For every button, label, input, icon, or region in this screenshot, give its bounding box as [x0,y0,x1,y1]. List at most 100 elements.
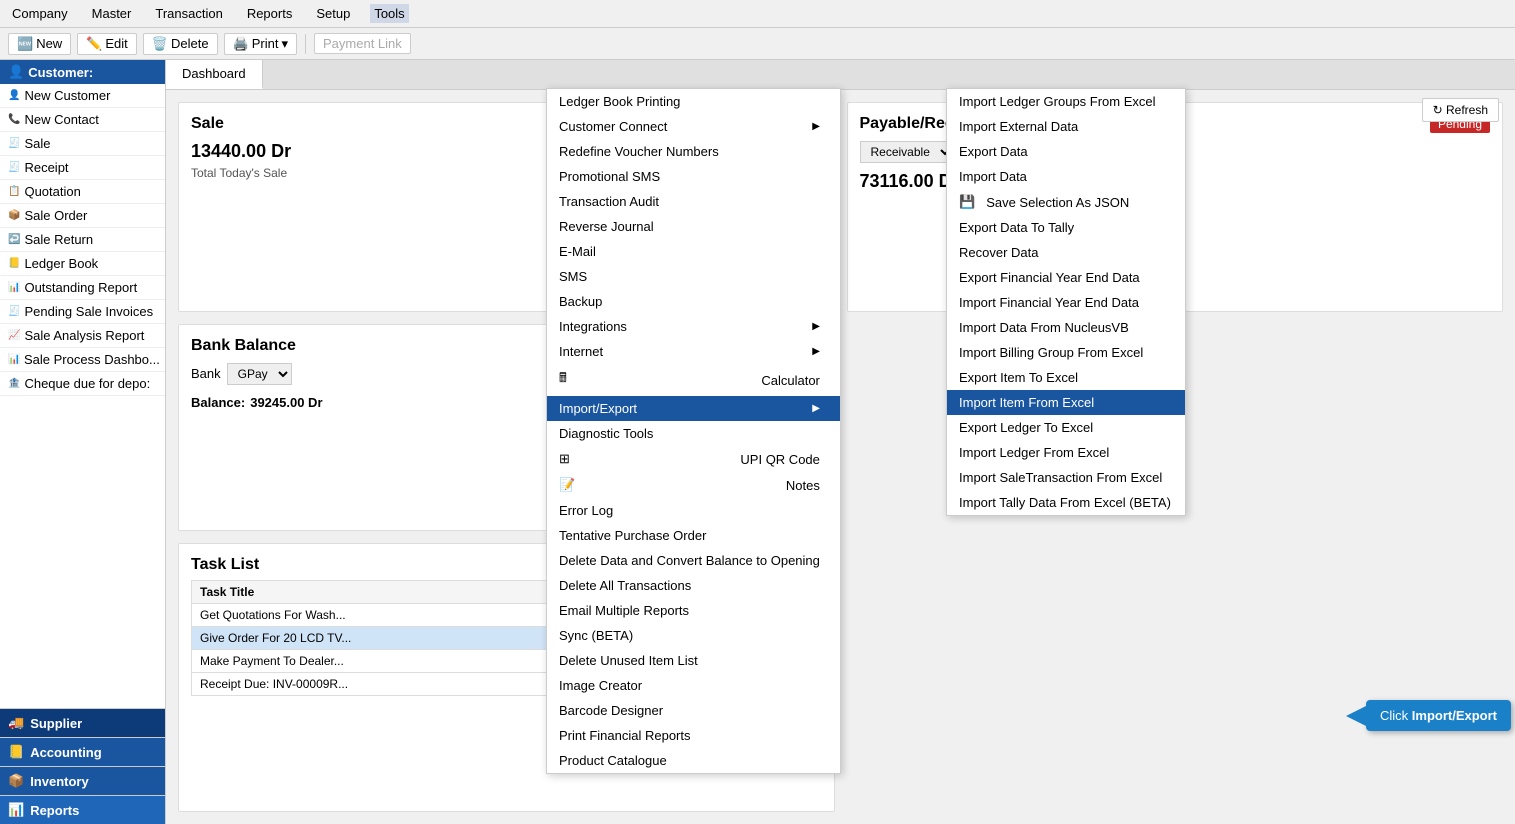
sidebar-item-sale-order[interactable]: 📦 Sale Order [0,204,165,228]
menu-reports[interactable]: Reports [243,4,297,23]
inventory-icon: 📦 [8,773,24,789]
sale-card-title: Sale [191,115,224,133]
print-icon: 🖨️ [233,36,249,52]
menu-tools[interactable]: Tools [370,4,408,23]
sidebar-item-new-customer[interactable]: 👤 New Customer [0,84,165,108]
menu-item-import-export[interactable]: Import/Export ▶ [547,396,840,421]
submenu-export-tally[interactable]: Export Data To Tally [947,215,1185,240]
sidebar-tab-inventory[interactable]: 📦 Inventory [0,766,165,795]
sidebar-tab-reports[interactable]: 📊 Reports [0,795,165,824]
accounting-icon: 📒 [8,744,24,760]
menu-item-promotional-sms[interactable]: Promotional SMS [547,164,840,189]
callout-arrow [1346,706,1366,726]
submenu-import-external-data[interactable]: Import External Data [947,114,1185,139]
sidebar-item-new-contact[interactable]: 📞 New Contact [0,108,165,132]
print-dropdown-icon: ▾ [281,36,288,52]
sidebar-item-quotation[interactable]: 📋 Quotation [0,180,165,204]
sale-order-icon: 📦 [8,210,20,221]
menu-item-print-financial[interactable]: Print Financial Reports [547,723,840,748]
menu-item-delete-data[interactable]: Delete Data and Convert Balance to Openi… [547,548,840,573]
sidebar-item-pending-sale-invoices[interactable]: 🧾 Pending Sale Invoices [0,300,165,324]
chevron-right-icon: ▶ [812,403,820,414]
menu-item-integrations[interactable]: Integrations ▶ [547,314,840,339]
submenu-export-item[interactable]: Export Item To Excel [947,365,1185,390]
menu-item-notes[interactable]: 📝 Notes [547,472,840,498]
sidebar-item-sale-analysis[interactable]: 📈 Sale Analysis Report [0,324,165,348]
print-button[interactable]: 🖨️ Print ▾ [224,33,297,55]
sidebar-item-ledger-book[interactable]: 📒 Ledger Book [0,252,165,276]
menu-item-diagnostic-tools[interactable]: Diagnostic Tools [547,421,840,446]
submenu-save-selection-json[interactable]: 💾 Save Selection As JSON [947,189,1185,215]
submenu-import-billing-group[interactable]: Import Billing Group From Excel [947,340,1185,365]
menu-item-image-creator[interactable]: Image Creator [547,673,840,698]
submenu-export-ledger[interactable]: Export Ledger To Excel [947,415,1185,440]
menu-item-tentative-po[interactable]: Tentative Purchase Order [547,523,840,548]
delete-button[interactable]: 🗑️ Delete [143,33,218,55]
bank-select[interactable]: GPay [227,363,292,385]
menu-item-error-log[interactable]: Error Log [547,498,840,523]
outstanding-report-icon: 📊 [8,282,20,293]
submenu-import-ledger[interactable]: Import Ledger From Excel [947,440,1185,465]
menu-setup[interactable]: Setup [312,4,354,23]
content-area: Dashboard ↻ Refresh Sale Today 13440.00 … [166,60,1515,824]
sidebar-item-sale[interactable]: 🧾 Sale [0,132,165,156]
submenu-import-nucleus[interactable]: Import Data From NucleusVB [947,315,1185,340]
ledger-book-icon: 📒 [8,258,20,269]
submenu-export-data[interactable]: Export Data [947,139,1185,164]
menu-item-barcode[interactable]: Barcode Designer [547,698,840,723]
menu-item-reverse-journal[interactable]: Reverse Journal [547,214,840,239]
menu-item-delete-unused[interactable]: Delete Unused Item List [547,648,840,673]
menu-item-email[interactable]: E-Mail [547,239,840,264]
submenu-import-fy-end[interactable]: Import Financial Year End Data [947,290,1185,315]
tab-bar: Dashboard [166,60,1515,90]
menu-item-internet[interactable]: Internet ▶ [547,339,840,364]
sale-process-icon: 📊 [8,354,20,365]
sidebar-item-outstanding-report[interactable]: 📊 Outstanding Report [0,276,165,300]
menu-item-sms[interactable]: SMS [547,264,840,289]
sidebar-item-sale-process[interactable]: 📊 Sale Process Dashbo... [0,348,165,372]
refresh-button[interactable]: ↻ Refresh [1422,98,1499,122]
submenu-recover-data[interactable]: Recover Data [947,240,1185,265]
sidebar-tab-supplier[interactable]: 🚚 Supplier [0,708,165,737]
menu-item-email-multiple[interactable]: Email Multiple Reports [547,598,840,623]
submenu-import-tally-beta[interactable]: Import Tally Data From Excel (BETA) [947,490,1185,515]
menu-item-backup[interactable]: Backup [547,289,840,314]
new-contact-icon: 📞 [8,114,20,125]
menu-item-upi-qr[interactable]: ⊞ UPI QR Code [547,446,840,472]
edit-button[interactable]: ✏️ Edit [77,33,137,55]
sidebar-item-sale-return[interactable]: ↩️ Sale Return [0,228,165,252]
tab-dashboard[interactable]: Dashboard [166,60,263,89]
sidebar-item-receipt[interactable]: 🧾 Receipt [0,156,165,180]
menu-company[interactable]: Company [8,4,72,23]
submenu-import-item-excel[interactable]: Import Item From Excel [947,390,1185,415]
menu-item-product-catalogue[interactable]: Product Catalogue [547,748,840,773]
payment-link-button[interactable]: Payment Link [314,33,411,54]
chevron-right-icon: ▶ [812,121,820,132]
menu-item-ledger-book-printing[interactable]: Ledger Book Printing [547,89,840,114]
bank-card-title: Bank Balance [191,337,296,355]
menu-item-redefine-voucher[interactable]: Redefine Voucher Numbers [547,139,840,164]
submenu-import-sale-transaction[interactable]: Import SaleTransaction From Excel [947,465,1185,490]
menu-master[interactable]: Master [88,4,136,23]
pending-sale-icon: 🧾 [8,306,20,317]
menu-item-transaction-audit[interactable]: Transaction Audit [547,189,840,214]
menu-item-customer-connect[interactable]: Customer Connect ▶ [547,114,840,139]
receivable-select[interactable]: Receivable Payable [860,141,954,163]
new-button[interactable]: 🆕 New [8,33,71,55]
menu-item-calculator[interactable]: 🖩 Calculator [547,364,840,396]
menu-item-sync[interactable]: Sync (BETA) [547,623,840,648]
submenu-export-fy-end[interactable]: Export Financial Year End Data [947,265,1185,290]
menu-transaction[interactable]: Transaction [151,4,226,23]
import-export-submenu: Import Ledger Groups From Excel Import E… [946,88,1186,516]
sidebar-tab-accounting[interactable]: 📒 Accounting [0,737,165,766]
menu-item-delete-all-transactions[interactable]: Delete All Transactions [547,573,840,598]
submenu-import-ledger-groups[interactable]: Import Ledger Groups From Excel [947,89,1185,114]
sidebar-item-cheque[interactable]: 🏦 Cheque due for depo: [0,372,165,396]
reports-icon: 📊 [8,802,24,818]
submenu-import-data[interactable]: Import Data [947,164,1185,189]
sidebar-customer-title: 👤 Customer: [0,60,165,84]
delete-icon: 🗑️ [152,36,168,52]
tools-dropdown: Ledger Book Printing Customer Connect ▶ … [546,88,841,774]
sale-analysis-icon: 📈 [8,330,20,341]
chevron-right-icon: ▶ [812,346,820,357]
